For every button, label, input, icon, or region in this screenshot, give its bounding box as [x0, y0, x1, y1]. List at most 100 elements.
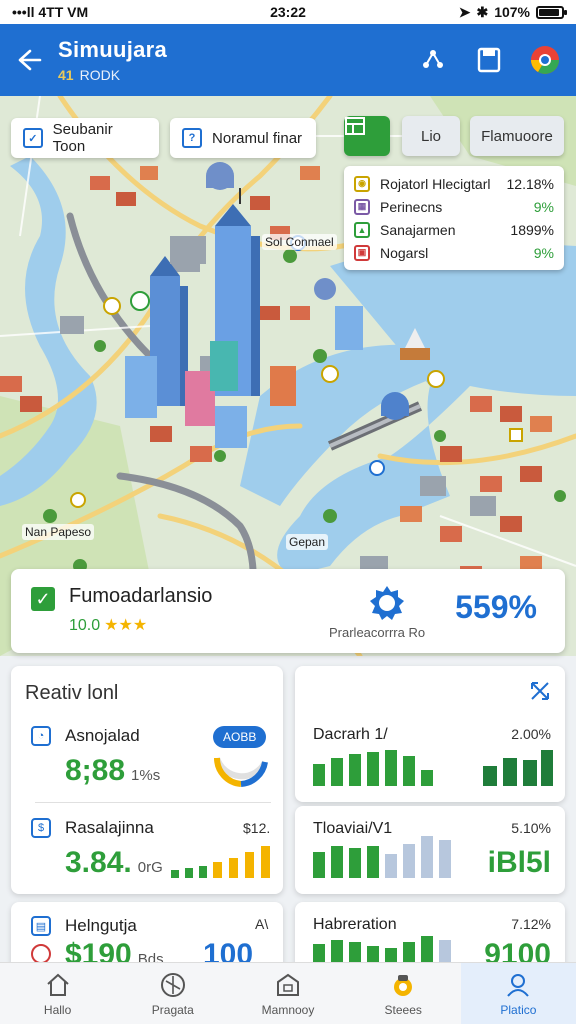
legend-row: ▣ Nogarsl 9%: [354, 241, 554, 264]
nav-label: Hallo: [43, 1002, 72, 1017]
checkbox-icon: ✓: [23, 128, 43, 148]
legend-label: Nogarsl: [380, 244, 429, 261]
right-panel-1: Dacrarh 1/ 2.00%: [295, 666, 565, 802]
stat-pill[interactable]: AOBB: [213, 726, 267, 748]
divider: [35, 802, 271, 803]
legend-label: Sanajarmen: [380, 221, 456, 238]
nav-item-pragata[interactable]: Pragata: [115, 963, 230, 1024]
bluetooth-icon: ✱: [476, 3, 489, 20]
mode-button[interactable]: Lio: [402, 116, 460, 156]
chrome-button[interactable]: [528, 43, 562, 77]
bar-chart: [313, 750, 553, 786]
stat-right-value: A\: [255, 916, 269, 932]
nav-item-home[interactable]: Hallo: [0, 963, 115, 1024]
summary-card[interactable]: ✓ Fumoadarlansio 10.0 ★★★ Prarleacorrra R…: [11, 569, 565, 653]
status-bar: •••ll 4TT VM 23:22 ➤ ✱ 107%: [0, 0, 576, 24]
page-subtitle: 41 RODK: [58, 67, 416, 83]
app-header: Simuujara 41 RODK: [0, 24, 576, 96]
subtitle-prefix: 41: [58, 67, 74, 83]
filter-chip-1[interactable]: ✓ Seubanir Toon: [11, 118, 159, 158]
panel-title: Reativ lonl: [25, 682, 119, 704]
save-icon: [477, 47, 501, 73]
legend-value: 9%: [533, 244, 554, 261]
settings-label: Prarleacorrra Ro: [329, 625, 426, 640]
left-panel: Reativ lonl ◔ Asnojalad AOBB 8;88 1%s $ R…: [11, 666, 283, 894]
nav-item-mamnooy[interactable]: Mamnooy: [230, 963, 345, 1024]
layers-button[interactable]: [344, 116, 390, 156]
carrier-text: •••ll 4TT VM: [12, 4, 89, 20]
profile-icon: [504, 971, 532, 999]
legend-value: 12.18%: [506, 175, 554, 192]
card-icon: ▤: [31, 916, 51, 936]
stat-value: 2.00%: [511, 726, 551, 742]
clock-icon: ◔: [31, 726, 51, 746]
grid-icon: [345, 117, 365, 135]
check-icon: ✓: [31, 587, 55, 611]
big-number: 8;88: [65, 754, 126, 787]
battery-percent: 107%: [494, 4, 530, 20]
building-icon: ▦: [354, 198, 370, 215]
feature-button[interactable]: Flamuoore: [470, 116, 564, 156]
stat-value: 7.12%: [511, 916, 551, 932]
back-button[interactable]: [0, 24, 58, 96]
legend-value: 1899%: [510, 221, 554, 238]
location-icon: ➤: [458, 3, 471, 20]
stat-label: Dacrarh 1/: [313, 726, 388, 743]
legend-row: ▦ Perinecns 9%: [354, 195, 554, 218]
right-panel-2: Tloaviai/V1 5.10% iBl5l: [295, 806, 565, 894]
home-icon: [44, 971, 72, 999]
rating-stars: ★★★: [104, 617, 148, 634]
stat-label: Rasalajinna: [65, 818, 154, 837]
park-icon: ▲: [354, 221, 370, 238]
compass-icon: [159, 971, 187, 999]
dollar-icon: $: [31, 818, 51, 838]
page-title: Simuujara: [58, 37, 168, 62]
stats-icon: [389, 971, 417, 999]
nav-label: Mamnooy: [261, 1002, 315, 1017]
big-number: 3.84.: [65, 846, 132, 879]
gear-icon: [370, 586, 404, 620]
stat-label: Asnojalad: [65, 726, 140, 745]
nav-item-platico[interactable]: Platico: [460, 963, 576, 1024]
bottom-nav: Hallo Pragata Mamnooy Steees Platico: [0, 962, 576, 1024]
big-unit: 0rG: [137, 859, 163, 876]
map-place-label[interactable]: Gepan: [286, 534, 329, 550]
share-icon: [423, 50, 443, 68]
legend-value: 9%: [533, 198, 554, 215]
stat-label: Helngutja: [65, 916, 137, 935]
settings-button[interactable]: [367, 585, 407, 621]
stat-big-value: iBl5l: [487, 846, 551, 879]
filter-chip-2[interactable]: ? Noramul finar: [170, 118, 316, 158]
legend-label: Rojatorl Hlecigtarl: [380, 175, 491, 192]
stat-value: 5.10%: [511, 820, 551, 836]
map-place-label[interactable]: Nan Papeso: [22, 524, 95, 540]
donut-gauge: [213, 756, 268, 787]
legend-label: Perinecns: [380, 198, 443, 215]
chip-label: Seubanir Toon: [52, 121, 113, 155]
summary-rating: 10.0 ★★★: [69, 615, 147, 635]
legend-row: ◉ Rojatorl Hlecigtarl 12.18%: [354, 172, 554, 195]
save-button[interactable]: [472, 43, 506, 77]
alert-icon: [31, 944, 51, 964]
battery-icon: [536, 5, 567, 19]
nav-label: Steees: [384, 1002, 422, 1017]
stat-right-value: $12.: [243, 820, 271, 836]
legend-row: ▲ Sanajarmen 1899%: [354, 218, 554, 241]
map-place-label[interactable]: Sol Conmael: [262, 234, 337, 250]
chip-label: Noramul finar: [212, 129, 303, 147]
subtitle-text: RODK: [79, 67, 121, 83]
stat-label: Habreration: [313, 916, 397, 933]
browser-icon: [531, 46, 559, 74]
expand-icon[interactable]: [529, 680, 551, 702]
stat-big-value: 8;88 1%s: [65, 754, 160, 788]
help-icon: ?: [182, 128, 202, 148]
bar-chart: [313, 836, 451, 878]
nav-item-steees[interactable]: Steees: [346, 963, 461, 1024]
mini-bar-chart: [171, 846, 270, 878]
summary-percent: 559%: [455, 589, 537, 625]
nav-label: Platico: [500, 1002, 537, 1017]
arrow-left-icon: [18, 49, 42, 71]
summary-name: Fumoadarlansio: [69, 585, 213, 607]
rating-value: 10.0: [69, 617, 101, 634]
share-button[interactable]: [416, 43, 450, 77]
